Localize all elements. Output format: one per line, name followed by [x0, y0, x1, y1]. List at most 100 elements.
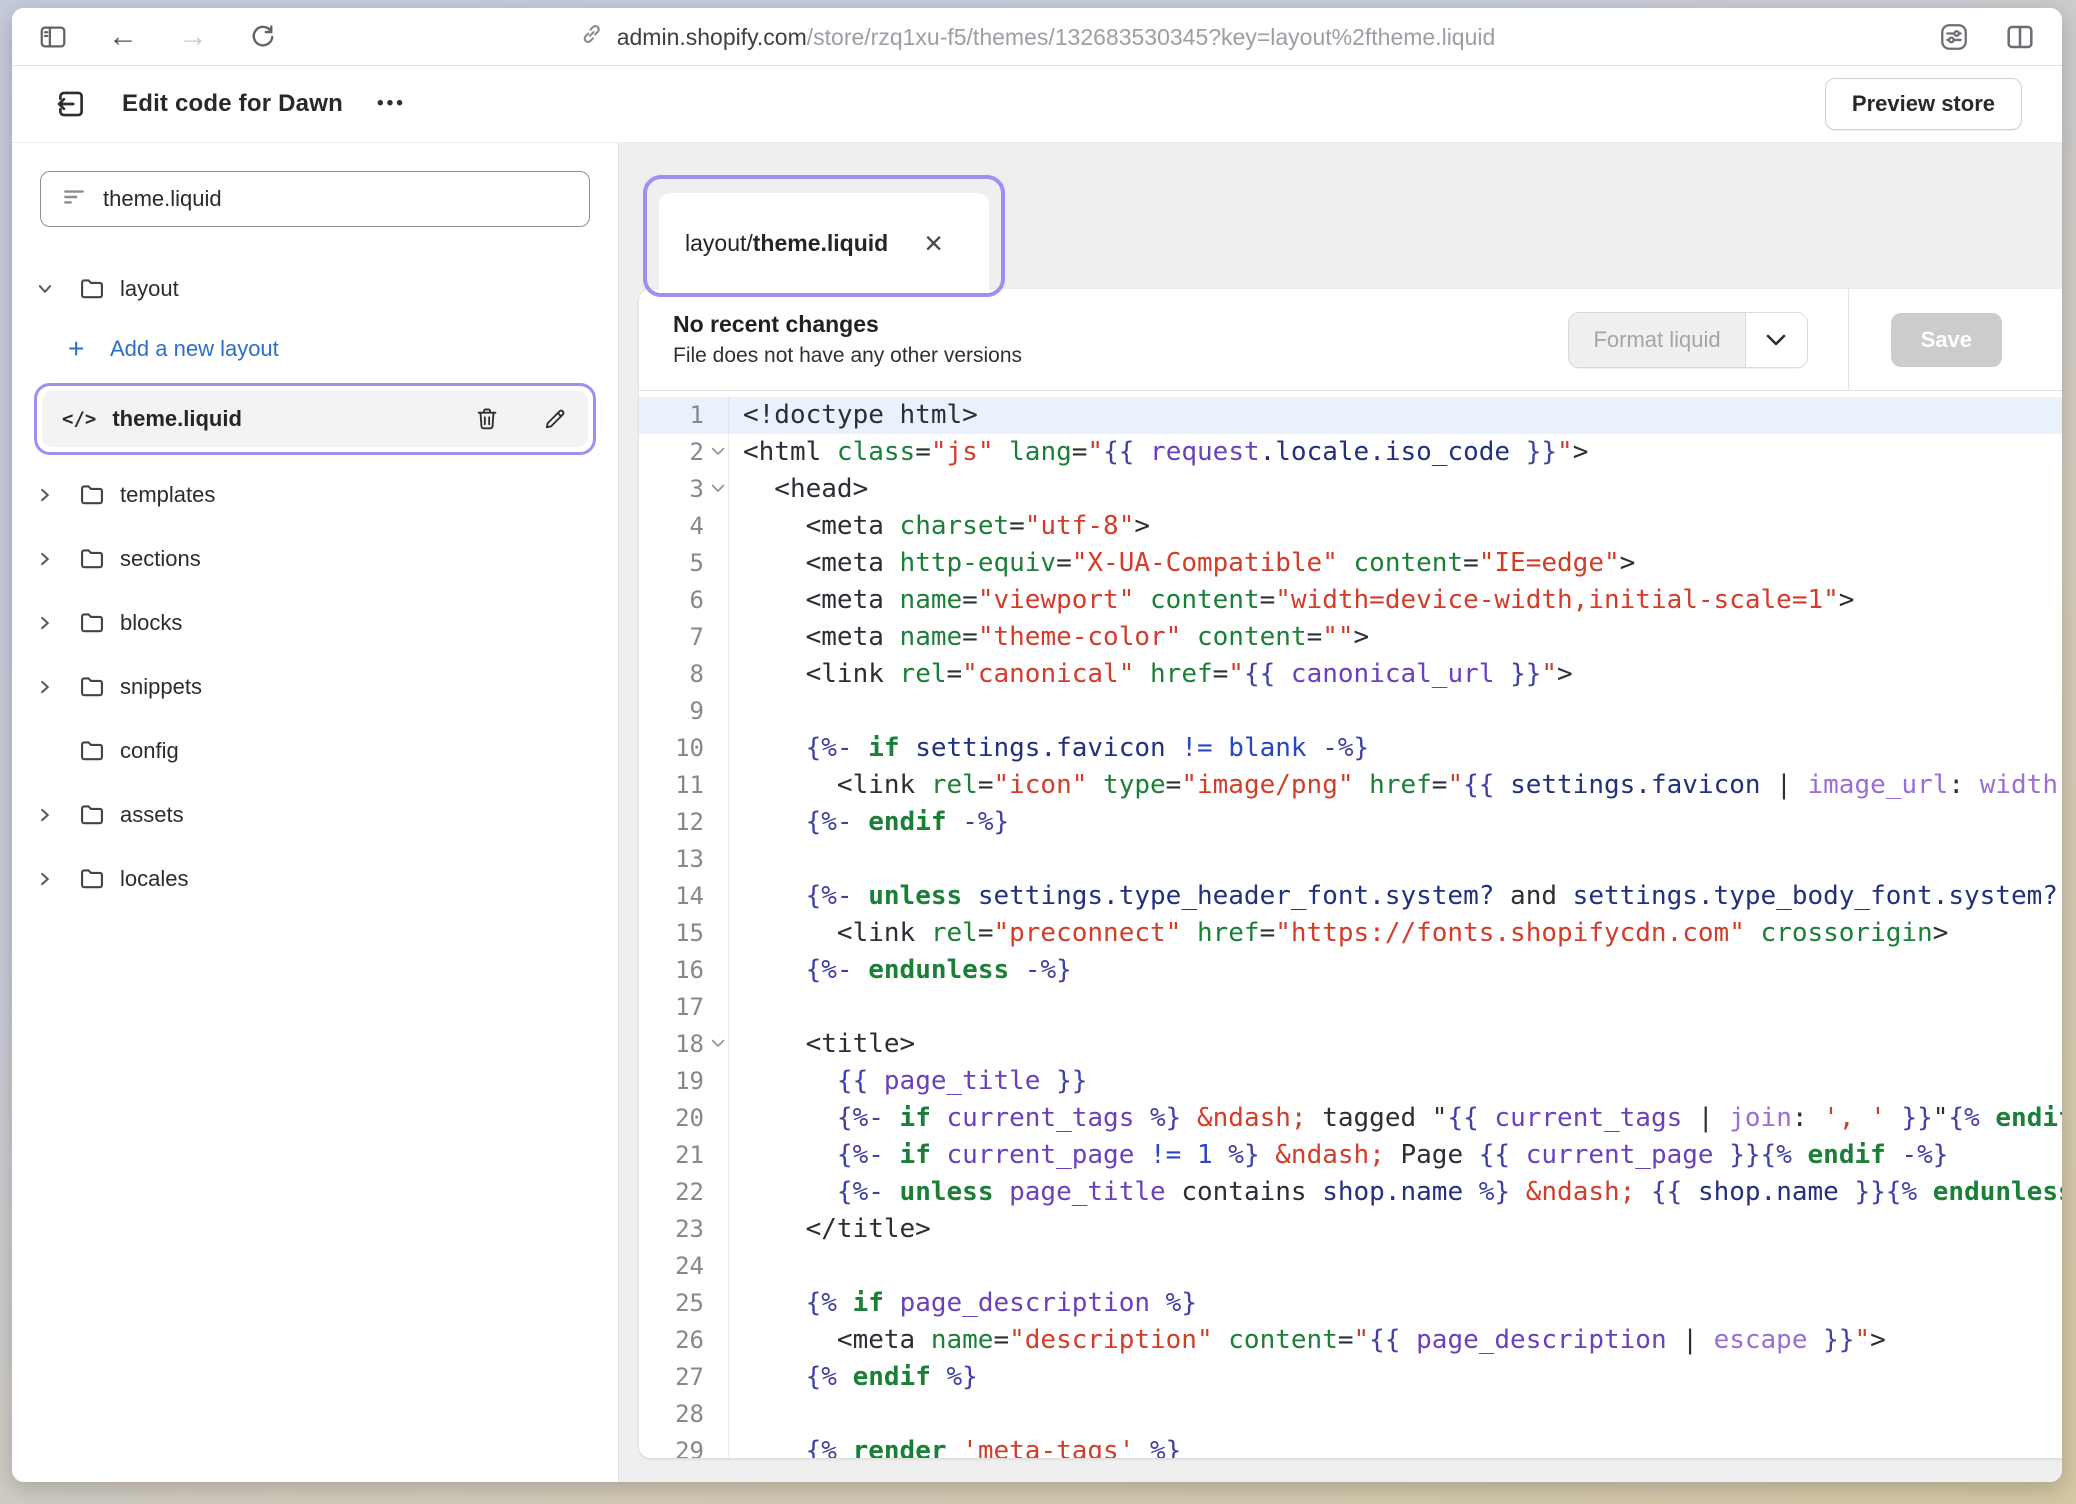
- url-bar[interactable]: admin.shopify.com/store/rzq1xu-f5/themes…: [579, 8, 1496, 66]
- code-line-text[interactable]: <!doctype html>: [729, 397, 2062, 434]
- sidebar-item-assets[interactable]: assets: [12, 783, 618, 847]
- code-line-12[interactable]: 12 {%- endif -%}: [639, 804, 2062, 841]
- code-line-text[interactable]: <link rel="icon" type="image/png" href="…: [729, 767, 2062, 804]
- code-line-26[interactable]: 26 <meta name="description" content="{{ …: [639, 1322, 2062, 1359]
- line-number[interactable]: 1: [639, 397, 729, 434]
- code-line-text[interactable]: <html class="js" lang="{{ request.locale…: [729, 434, 2062, 471]
- fold-icon[interactable]: [711, 1039, 725, 1048]
- line-number[interactable]: 20: [639, 1100, 729, 1137]
- line-number[interactable]: 5: [639, 545, 729, 582]
- code-line-23[interactable]: 23 </title>: [639, 1211, 2062, 1248]
- line-number[interactable]: 27: [639, 1359, 729, 1396]
- code-line-text[interactable]: [729, 841, 2062, 878]
- line-number[interactable]: 28: [639, 1396, 729, 1433]
- line-number[interactable]: 23: [639, 1211, 729, 1248]
- code-line-25[interactable]: 25 {% if page_description %}: [639, 1285, 2062, 1322]
- code-line-13[interactable]: 13: [639, 841, 2062, 878]
- code-line-24[interactable]: 24: [639, 1248, 2062, 1285]
- code-line-22[interactable]: 22 {%- unless page_title contains shop.n…: [639, 1174, 2062, 1211]
- chevron-down-icon[interactable]: [36, 280, 78, 298]
- line-number[interactable]: 10: [639, 730, 729, 767]
- line-number[interactable]: 24: [639, 1248, 729, 1285]
- chevron-right-icon[interactable]: [36, 614, 78, 632]
- sidebar-item-theme-liquid[interactable]: </>theme.liquid: [42, 391, 588, 447]
- sidebar-item-locales[interactable]: locales: [12, 847, 618, 911]
- line-number[interactable]: 21: [639, 1137, 729, 1174]
- code-line-text[interactable]: {% endif %}: [729, 1359, 2062, 1396]
- reload-icon[interactable]: [248, 22, 278, 52]
- line-number[interactable]: 26: [639, 1322, 729, 1359]
- code-line-text[interactable]: [729, 693, 2062, 730]
- line-number[interactable]: 15: [639, 915, 729, 952]
- code-line-text[interactable]: <meta http-equiv="X-UA-Compatible" conte…: [729, 545, 2062, 582]
- line-number[interactable]: 13: [639, 841, 729, 878]
- sidebar-toggle-icon[interactable]: [38, 22, 68, 52]
- page-settings-icon[interactable]: [1938, 21, 1970, 53]
- line-number[interactable]: 12: [639, 804, 729, 841]
- code-line-text[interactable]: {%- if current_page != 1 %} &ndash; Page…: [729, 1137, 2062, 1174]
- code-line-text[interactable]: [729, 1396, 2062, 1433]
- sidebar-item-snippets[interactable]: snippets: [12, 655, 618, 719]
- sidebar-item-blocks[interactable]: blocks: [12, 591, 618, 655]
- code-line-text[interactable]: <meta name="viewport" content="width=dev…: [729, 582, 2062, 619]
- code-line-text[interactable]: {% render 'meta-tags' %}: [729, 1433, 2062, 1458]
- pencil-icon[interactable]: [542, 406, 568, 432]
- more-menu-button[interactable]: •••: [377, 93, 406, 115]
- line-number[interactable]: 2: [639, 434, 729, 471]
- chevron-down-icon[interactable]: [1745, 313, 1807, 367]
- code-line-8[interactable]: 8 <link rel="canonical" href="{{ canonic…: [639, 656, 2062, 693]
- line-number[interactable]: 8: [639, 656, 729, 693]
- code-line-5[interactable]: 5 <meta http-equiv="X-UA-Compatible" con…: [639, 545, 2062, 582]
- format-liquid-button[interactable]: Format liquid: [1568, 312, 1807, 368]
- line-number[interactable]: 17: [639, 989, 729, 1026]
- code-line-4[interactable]: 4 <meta charset="utf-8">: [639, 508, 2062, 545]
- code-line-text[interactable]: {%- if current_tags %} &ndash; tagged "{…: [729, 1100, 2062, 1137]
- code-line-text[interactable]: <meta name="description" content="{{ pag…: [729, 1322, 2062, 1359]
- exit-icon[interactable]: [54, 87, 88, 121]
- code-line-20[interactable]: 20 {%- if current_tags %} &ndash; tagged…: [639, 1100, 2062, 1137]
- line-number[interactable]: 3: [639, 471, 729, 508]
- file-search-input[interactable]: theme.liquid: [40, 171, 590, 227]
- tab-layout-theme-liquid[interactable]: layout/theme.liquid ×: [659, 193, 989, 293]
- close-tab-icon[interactable]: ×: [924, 227, 943, 259]
- add-layout-button[interactable]: +Add a new layout: [12, 321, 618, 377]
- code-line-text[interactable]: <head>: [729, 471, 2062, 508]
- chevron-right-icon[interactable]: [36, 678, 78, 696]
- chevron-right-icon[interactable]: [36, 806, 78, 824]
- code-line-text[interactable]: {% if page_description %}: [729, 1285, 2062, 1322]
- code-line-21[interactable]: 21 {%- if current_page != 1 %} &ndash; P…: [639, 1137, 2062, 1174]
- code-line-14[interactable]: 14 {%- unless settings.type_header_font.…: [639, 878, 2062, 915]
- fold-icon[interactable]: [711, 484, 725, 493]
- code-line-6[interactable]: 6 <meta name="viewport" content="width=d…: [639, 582, 2062, 619]
- code-line-7[interactable]: 7 <meta name="theme-color" content="">: [639, 619, 2062, 656]
- sidebar-item-templates[interactable]: templates: [12, 463, 618, 527]
- sidebar-item-layout[interactable]: layout: [12, 257, 618, 321]
- chevron-right-icon[interactable]: [36, 486, 78, 504]
- code-line-text[interactable]: <title>: [729, 1026, 2062, 1063]
- code-line-16[interactable]: 16 {%- endunless -%}: [639, 952, 2062, 989]
- code-editor[interactable]: 1<!doctype html>2<html class="js" lang="…: [639, 391, 2062, 1458]
- split-view-icon[interactable]: [2004, 21, 2036, 53]
- code-line-15[interactable]: 15 <link rel="preconnect" href="https://…: [639, 915, 2062, 952]
- chevron-right-icon[interactable]: [36, 550, 78, 568]
- trash-icon[interactable]: [474, 406, 500, 432]
- code-line-10[interactable]: 10 {%- if settings.favicon != blank -%}: [639, 730, 2062, 767]
- code-line-text[interactable]: {{ page_title }}: [729, 1063, 2062, 1100]
- line-number[interactable]: 16: [639, 952, 729, 989]
- code-line-text[interactable]: <link rel="preconnect" href="https://fon…: [729, 915, 2062, 952]
- code-line-27[interactable]: 27 {% endif %}: [639, 1359, 2062, 1396]
- line-number[interactable]: 29: [639, 1433, 729, 1458]
- line-number[interactable]: 11: [639, 767, 729, 804]
- sidebar-item-sections[interactable]: sections: [12, 527, 618, 591]
- fold-icon[interactable]: [711, 447, 725, 456]
- chevron-right-icon[interactable]: [36, 870, 78, 888]
- code-line-text[interactable]: {%- endunless -%}: [729, 952, 2062, 989]
- code-line-text[interactable]: <meta charset="utf-8">: [729, 508, 2062, 545]
- code-line-text[interactable]: {%- if settings.favicon != blank -%}: [729, 730, 2062, 767]
- code-line-11[interactable]: 11 <link rel="icon" type="image/png" hre…: [639, 767, 2062, 804]
- line-number[interactable]: 19: [639, 1063, 729, 1100]
- code-line-9[interactable]: 9: [639, 693, 2062, 730]
- line-number[interactable]: 22: [639, 1174, 729, 1211]
- save-button[interactable]: Save: [1891, 313, 2002, 367]
- line-number[interactable]: 7: [639, 619, 729, 656]
